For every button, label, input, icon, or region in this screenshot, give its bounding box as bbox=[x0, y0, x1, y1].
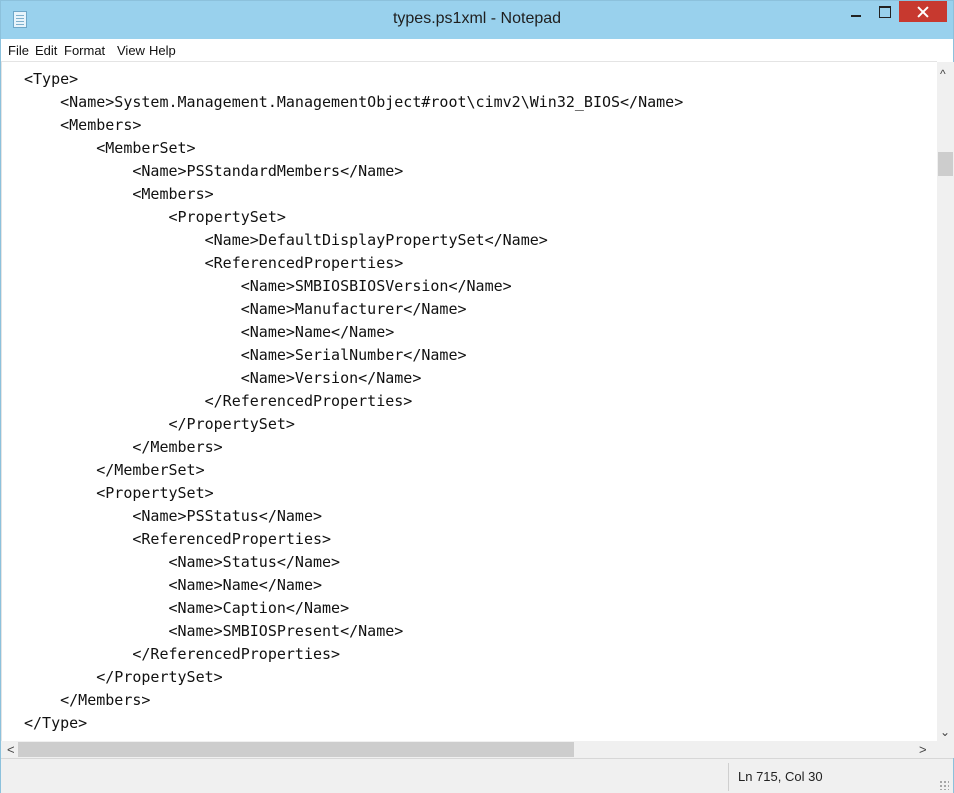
editor-content[interactable]: <Type> <Name>System.Management.Managemen… bbox=[24, 68, 683, 735]
notepad-window: types.ps1xml - Notepad File Edit Format … bbox=[0, 0, 954, 793]
menu-file[interactable]: File bbox=[8, 43, 29, 58]
scroll-right-button[interactable]: > bbox=[919, 742, 927, 757]
title-bar[interactable]: types.ps1xml - Notepad bbox=[1, 1, 953, 39]
resize-grip-icon[interactable] bbox=[939, 780, 949, 790]
menu-help[interactable]: Help bbox=[149, 43, 176, 58]
horizontal-scrollbar[interactable]: < > bbox=[1, 741, 937, 758]
horizontal-scroll-thumb[interactable] bbox=[18, 742, 574, 757]
scroll-down-button[interactable]: ⌄ bbox=[940, 726, 950, 738]
menu-view[interactable]: View bbox=[117, 43, 145, 58]
scroll-left-button[interactable]: < bbox=[7, 742, 15, 757]
menu-format[interactable]: Format bbox=[64, 43, 105, 58]
minimize-button[interactable] bbox=[843, 1, 870, 22]
maximize-button[interactable] bbox=[871, 1, 898, 22]
scroll-up-button[interactable]: ^ bbox=[940, 68, 946, 80]
vertical-scroll-thumb[interactable] bbox=[938, 152, 953, 176]
menu-bar: File Edit Format View Help bbox=[1, 39, 953, 61]
vertical-scrollbar[interactable]: ^ ⌄ bbox=[937, 62, 954, 741]
close-button[interactable] bbox=[899, 1, 947, 22]
status-bar: Ln 715, Col 30 bbox=[1, 758, 953, 793]
status-divider bbox=[728, 763, 729, 791]
cursor-position: Ln 715, Col 30 bbox=[738, 769, 823, 784]
text-editor[interactable]: <Type> <Name>System.Management.Managemen… bbox=[1, 61, 937, 741]
scrollbar-corner bbox=[937, 741, 954, 758]
menu-edit[interactable]: Edit bbox=[35, 43, 57, 58]
window-title: types.ps1xml - Notepad bbox=[392, 10, 562, 27]
